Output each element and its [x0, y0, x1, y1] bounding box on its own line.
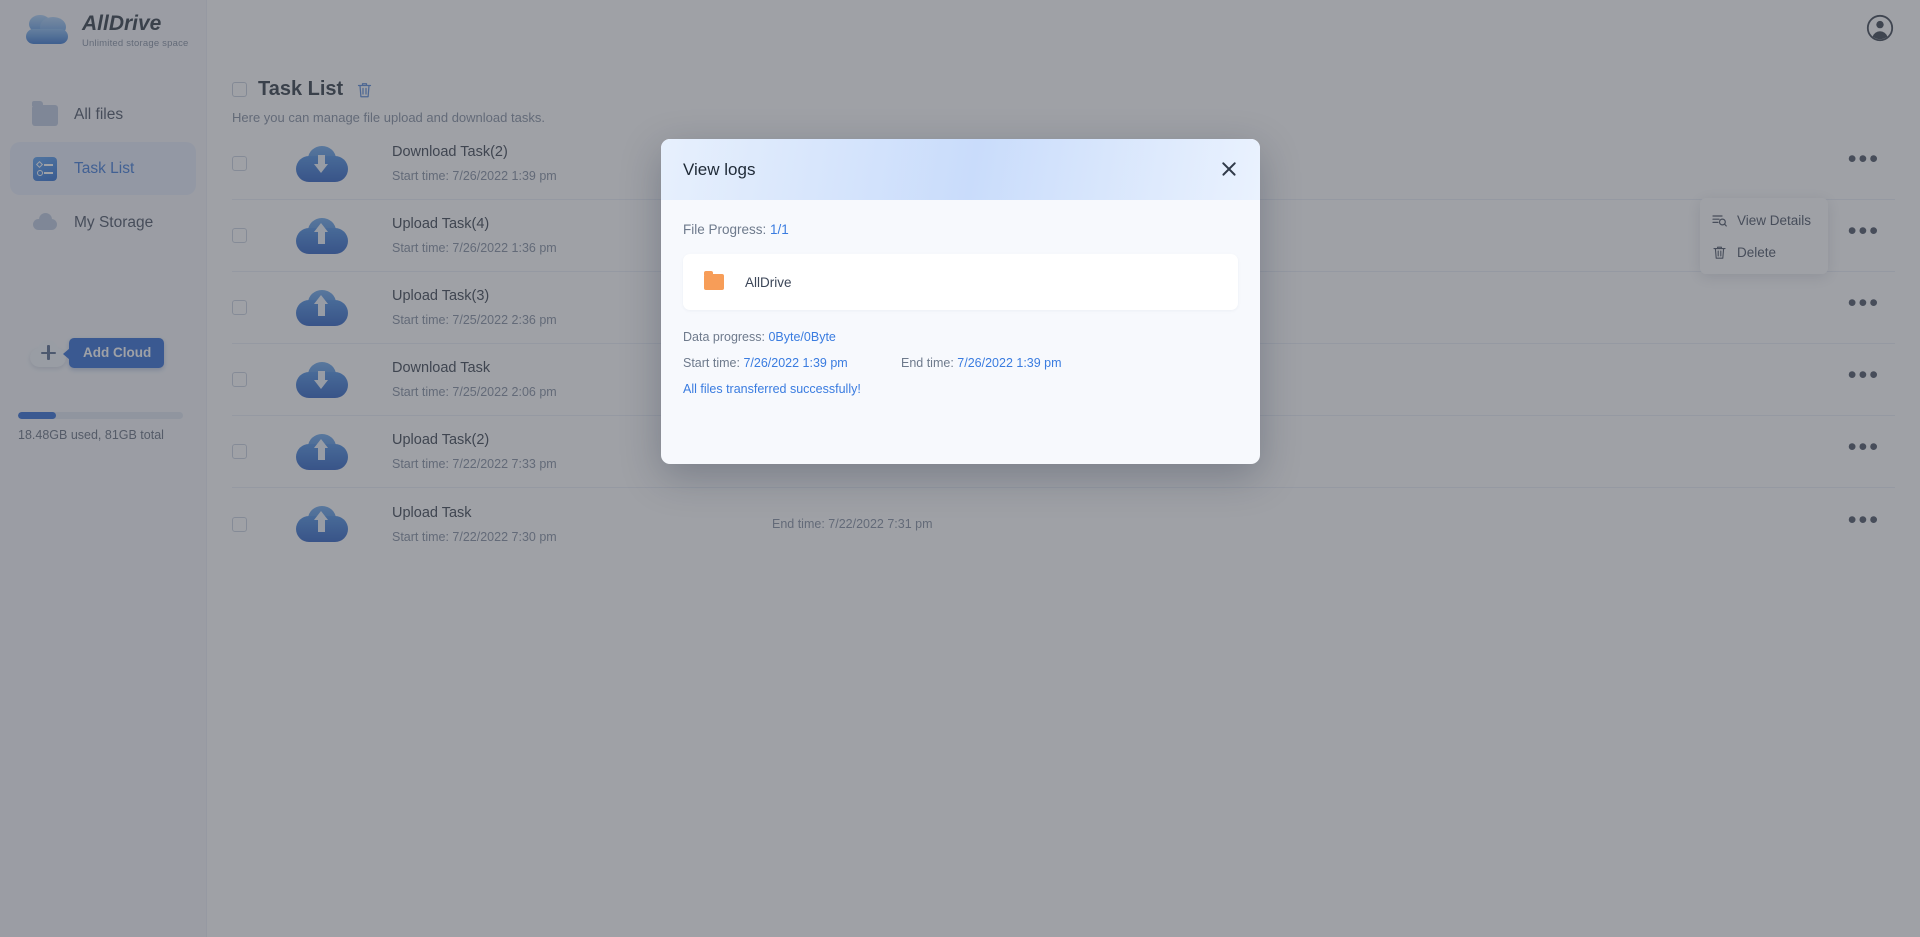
data-progress-line: Data progress: 0Byte/0Byte: [683, 330, 1238, 344]
result-message: All files transferred successfully!: [683, 382, 861, 396]
view-logs-dialog: View logs File Progress: 1/1 AllDrive Da…: [661, 139, 1260, 464]
end-time: End time: 7/26/2022 1:39 pm: [901, 356, 1062, 370]
app-root: AllDrive Unlimited storage space All fil…: [0, 0, 1920, 937]
data-progress-label: Data progress:: [683, 330, 765, 344]
close-icon[interactable]: [1220, 160, 1238, 178]
file-progress-value: 1/1: [770, 222, 789, 237]
dialog-title: View logs: [683, 159, 756, 179]
data-progress-value: 0Byte/0Byte: [768, 330, 836, 344]
folder-icon: [704, 270, 724, 290]
start-time: Start time: 7/26/2022 1:39 pm: [683, 356, 901, 370]
end-time-value: 7/26/2022 1:39 pm: [957, 356, 1062, 370]
time-line: Start time: 7/26/2022 1:39 pm End time: …: [683, 356, 1238, 370]
dialog-header: View logs: [661, 139, 1260, 200]
file-name: AllDrive: [745, 274, 792, 290]
file-progress: File Progress: 1/1: [683, 222, 1238, 237]
file-progress-label: File Progress:: [683, 222, 767, 237]
file-row[interactable]: AllDrive: [683, 254, 1238, 310]
start-time-value: 7/26/2022 1:39 pm: [743, 356, 848, 370]
dialog-body: File Progress: 1/1 AllDrive Data progres…: [661, 200, 1260, 396]
end-time-label: End time:: [901, 356, 954, 370]
transfer-meta: Data progress: 0Byte/0Byte Start time: 7…: [683, 330, 1238, 396]
start-time-label: Start time:: [683, 356, 740, 370]
